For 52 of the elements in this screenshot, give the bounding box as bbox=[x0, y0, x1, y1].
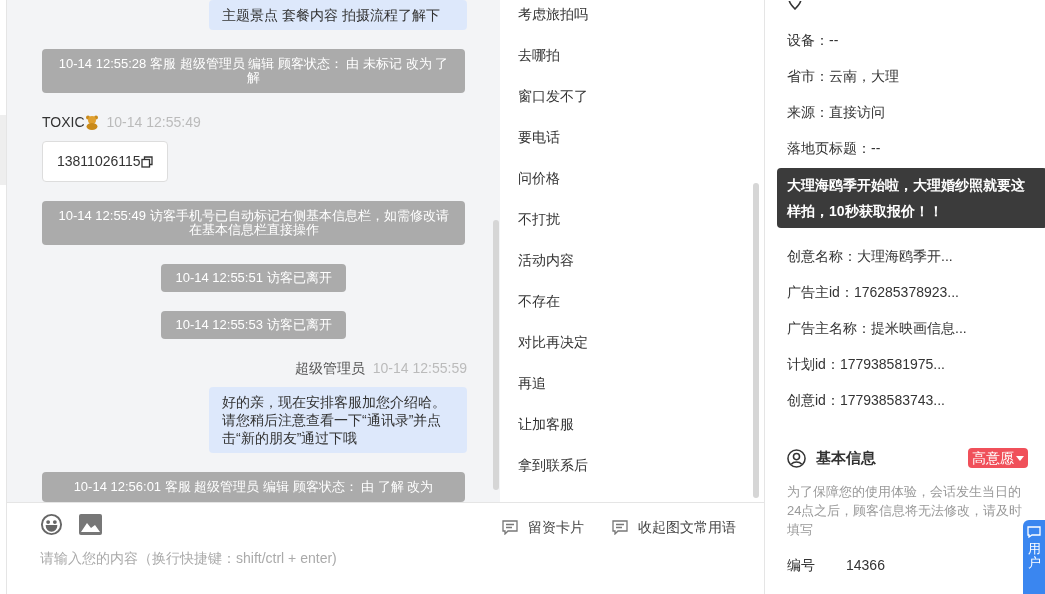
intent-dropdown[interactable]: 高意愿 bbox=[968, 448, 1028, 469]
quick-reply-item[interactable]: 让加客服 bbox=[518, 414, 574, 435]
quick-reply-item[interactable]: 再追 bbox=[518, 373, 546, 394]
info-row-text: 计划id：177938581975... bbox=[787, 355, 946, 374]
info-row-text: 创意名称：大理海鸥季开... bbox=[787, 247, 954, 266]
quick-reply-item[interactable]: 问价格 bbox=[518, 168, 560, 189]
info-row-text: 广告主id：176285378923... bbox=[787, 283, 960, 302]
quick-reply-item[interactable]: 要电话 bbox=[518, 127, 560, 148]
emoji-icon[interactable] bbox=[40, 513, 63, 536]
system-message: 10-14 12:55:53 访客已离开 bbox=[161, 311, 346, 339]
quick-reply-item[interactable]: 活动内容 bbox=[518, 250, 574, 271]
tooltip: 大理海鸥季开始啦，大理婚纱照就要这样拍，10秒获取报价！！ bbox=[777, 168, 1045, 228]
quick-reply-item[interactable]: 不打扰 bbox=[518, 209, 560, 230]
system-message: 10-14 12:55:28 客服 超级管理员 编辑 顾客状态： 由 未标记 改为 了解 bbox=[42, 49, 465, 93]
info-row-text: 落地页标题：-- bbox=[787, 139, 882, 158]
message-icon bbox=[612, 520, 628, 535]
quick-reply-item[interactable]: 不存在 bbox=[518, 291, 560, 312]
message-icon bbox=[502, 520, 518, 535]
quick-reply-item[interactable]: 拿到联系后 bbox=[518, 455, 588, 476]
message-time: 10-14 12:55:59 bbox=[372, 359, 467, 378]
system-message: 10-14 12:55:49 访客手机号已自动标记右侧基本信息栏，如需修改请在基本信息栏直接操作 bbox=[42, 201, 465, 245]
quick-reply-item[interactable]: 考虑旅拍吗 bbox=[518, 4, 588, 25]
bear-icon bbox=[84, 115, 99, 130]
quick-action-button[interactable]: 收起图文常用语 bbox=[612, 517, 736, 538]
message-time: 10-14 12:55:49 bbox=[106, 113, 201, 132]
chat-icon bbox=[1027, 526, 1041, 538]
system-message: 10-14 12:55:51 访客已离开 bbox=[161, 264, 346, 292]
quick-action-button[interactable]: 留资卡片 bbox=[502, 517, 584, 538]
quick-reply-item[interactable]: 窗口发不了 bbox=[518, 86, 588, 107]
quick-reply-item[interactable]: 对比再决定 bbox=[518, 332, 588, 353]
user-icon bbox=[787, 448, 806, 468]
info-row-text: 设备：-- bbox=[787, 31, 840, 50]
field-value: 14366 bbox=[846, 555, 885, 575]
field-label: 编号 bbox=[787, 555, 816, 575]
feedback-button[interactable]: 用户 bbox=[1023, 520, 1045, 594]
visitor-name: TOXIC bbox=[42, 113, 85, 132]
message-bubble: 13811026115 bbox=[42, 141, 168, 182]
info-row-text: 来源：直接访问 bbox=[787, 103, 886, 122]
message-input[interactable]: 请输入您的内容（换行快捷键：shift/ctrl + enter) bbox=[40, 548, 467, 569]
caret-icon bbox=[1016, 455, 1024, 461]
notice-text: 为了保障您的使用体验，会话发生当日的24点之后，顾客信息将无法修改，请及时填写 bbox=[787, 482, 1024, 539]
image-icon[interactable] bbox=[79, 514, 102, 535]
info-row-text: 广告主名称：提米映画信息... bbox=[787, 319, 968, 338]
info-row-text: 创意id：177938583743... bbox=[787, 391, 946, 410]
agent-name: 超级管理员 bbox=[294, 359, 365, 378]
message-bubble: 主题景点 套餐内容 拍摄流程了解下 bbox=[209, 0, 467, 30]
message-bubble: 好的亲，现在安排客服加您介绍哈。请您稍后注意查看一下“通讯录”并点击“新的朋友”通过下哦 bbox=[209, 387, 467, 453]
section-title: 基本信息 bbox=[816, 448, 876, 468]
copy-icon[interactable] bbox=[140, 155, 153, 168]
info-row-text: 省市：云南，大理 bbox=[787, 67, 900, 86]
system-message: 10-14 12:56:01 客服 超级管理员 编辑 顾客状态： 由 了解 改为 bbox=[42, 472, 465, 502]
quick-reply-item[interactable]: 去哪拍 bbox=[518, 45, 560, 66]
